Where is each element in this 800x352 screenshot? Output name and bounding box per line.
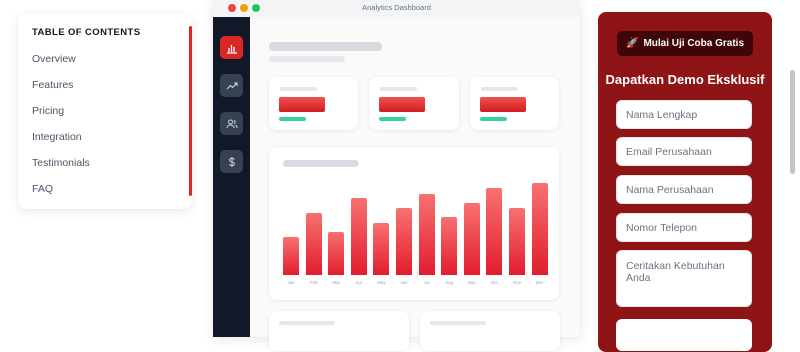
toc-item-features[interactable]: Features [32,78,90,104]
stat-trend-bar [379,117,406,121]
phone-input[interactable] [616,213,752,242]
chart-month-label: Aug [445,280,454,285]
dashboard-window: Analytics Dashboard Jan Feb Mar Apr May … [213,0,580,351]
company-name-input[interactable] [616,175,752,204]
dollar-icon[interactable] [220,150,243,173]
bottom-card-skeleton [430,321,486,325]
stat-value-bar [279,97,325,112]
chart-month-label: Nov [512,280,521,285]
stat-trend-bar [279,117,306,121]
chart-bar-feb [305,213,322,275]
stat-card [369,77,459,130]
chart-month-label: Jan [287,280,295,285]
chart-bar-jul [418,194,435,275]
chart-bar-apr [350,198,367,275]
chart-month-label: Oct [490,280,498,285]
chart-bar-oct [486,188,503,275]
toc-item-integration[interactable]: Integration [32,130,90,156]
form-title: Dapatkan Demo Eksklusif [605,72,765,87]
free-trial-label: Mulai Uji Coba Gratis [643,38,745,49]
chart-bar-dec [531,183,548,275]
submit-button[interactable] [616,319,752,351]
users-icon[interactable] [220,112,243,135]
chart-month-label: Feb [309,280,318,285]
chart-month-label: May [377,280,386,285]
full-name-input[interactable] [616,100,752,129]
chart-bar-may [373,223,390,275]
toc-item-pricing[interactable]: Pricing [32,104,90,130]
chart-month-label: Sep [467,280,476,285]
stat-label-skeleton [280,87,317,91]
toc-list: Overview Features Pricing Integration Te… [32,52,90,208]
rocket-icon: 🚀 [625,38,639,49]
stat-card [269,77,358,130]
stat-label-skeleton [481,87,518,91]
bar-chart-icon[interactable] [220,36,243,59]
window-titlebar: Analytics Dashboard [213,0,580,17]
chart-month-label: Mar [332,280,341,285]
dashboard-sidebar [213,17,250,337]
free-trial-button[interactable]: 🚀 Mulai Uji Coba Gratis [617,31,753,56]
chart-bar-mar [328,232,345,275]
chart-card: Jan Feb Mar Apr May Jun Jul Aug Sep Oct Nov Dec [269,147,559,300]
chart-bar-nov [509,208,525,275]
stat-card [470,77,559,130]
toc-title: TABLE OF CONTENTS [32,27,141,38]
toc-item-faq[interactable]: FAQ [32,182,90,208]
dashboard-main: Jan Feb Mar Apr May Jun Jul Aug Sep Oct Nov Dec [250,17,580,351]
window-title: Analytics Dashboard [362,3,431,12]
chart-bar-aug [441,217,458,275]
stat-trend-bar [480,117,507,121]
toc-accent-bar [189,26,192,196]
page-scrollbar[interactable] [790,70,795,174]
chart-month-label: Jun [400,280,408,285]
stat-value-bar [379,97,425,112]
trending-up-icon[interactable] [220,74,243,97]
subheading-skeleton [269,56,345,62]
toc-item-overview[interactable]: Overview [32,52,90,78]
toc-item-testimonials[interactable]: Testimonials [32,156,90,182]
table-of-contents: TABLE OF CONTENTS Overview Features Pric… [18,14,192,209]
bottom-card [269,311,409,351]
stat-label-skeleton [380,87,417,91]
chart-bar-jun [396,208,412,275]
chart-month-label: Jul [423,280,430,285]
company-email-input[interactable] [616,137,752,166]
chart-bar-sep [463,203,480,275]
chart-bar-jan [283,237,299,275]
bottom-card-skeleton [279,321,335,325]
needs-textarea[interactable] [616,250,752,307]
heading-skeleton [269,42,382,51]
chart-title-skeleton [283,160,359,167]
bottom-card [420,311,560,351]
stat-value-bar [480,97,526,112]
demo-form-panel: 🚀 Mulai Uji Coba Gratis Dapatkan Demo Ek… [598,12,772,352]
chart-month-label: Dec [535,280,544,285]
chart-month-label: Apr [355,280,363,285]
